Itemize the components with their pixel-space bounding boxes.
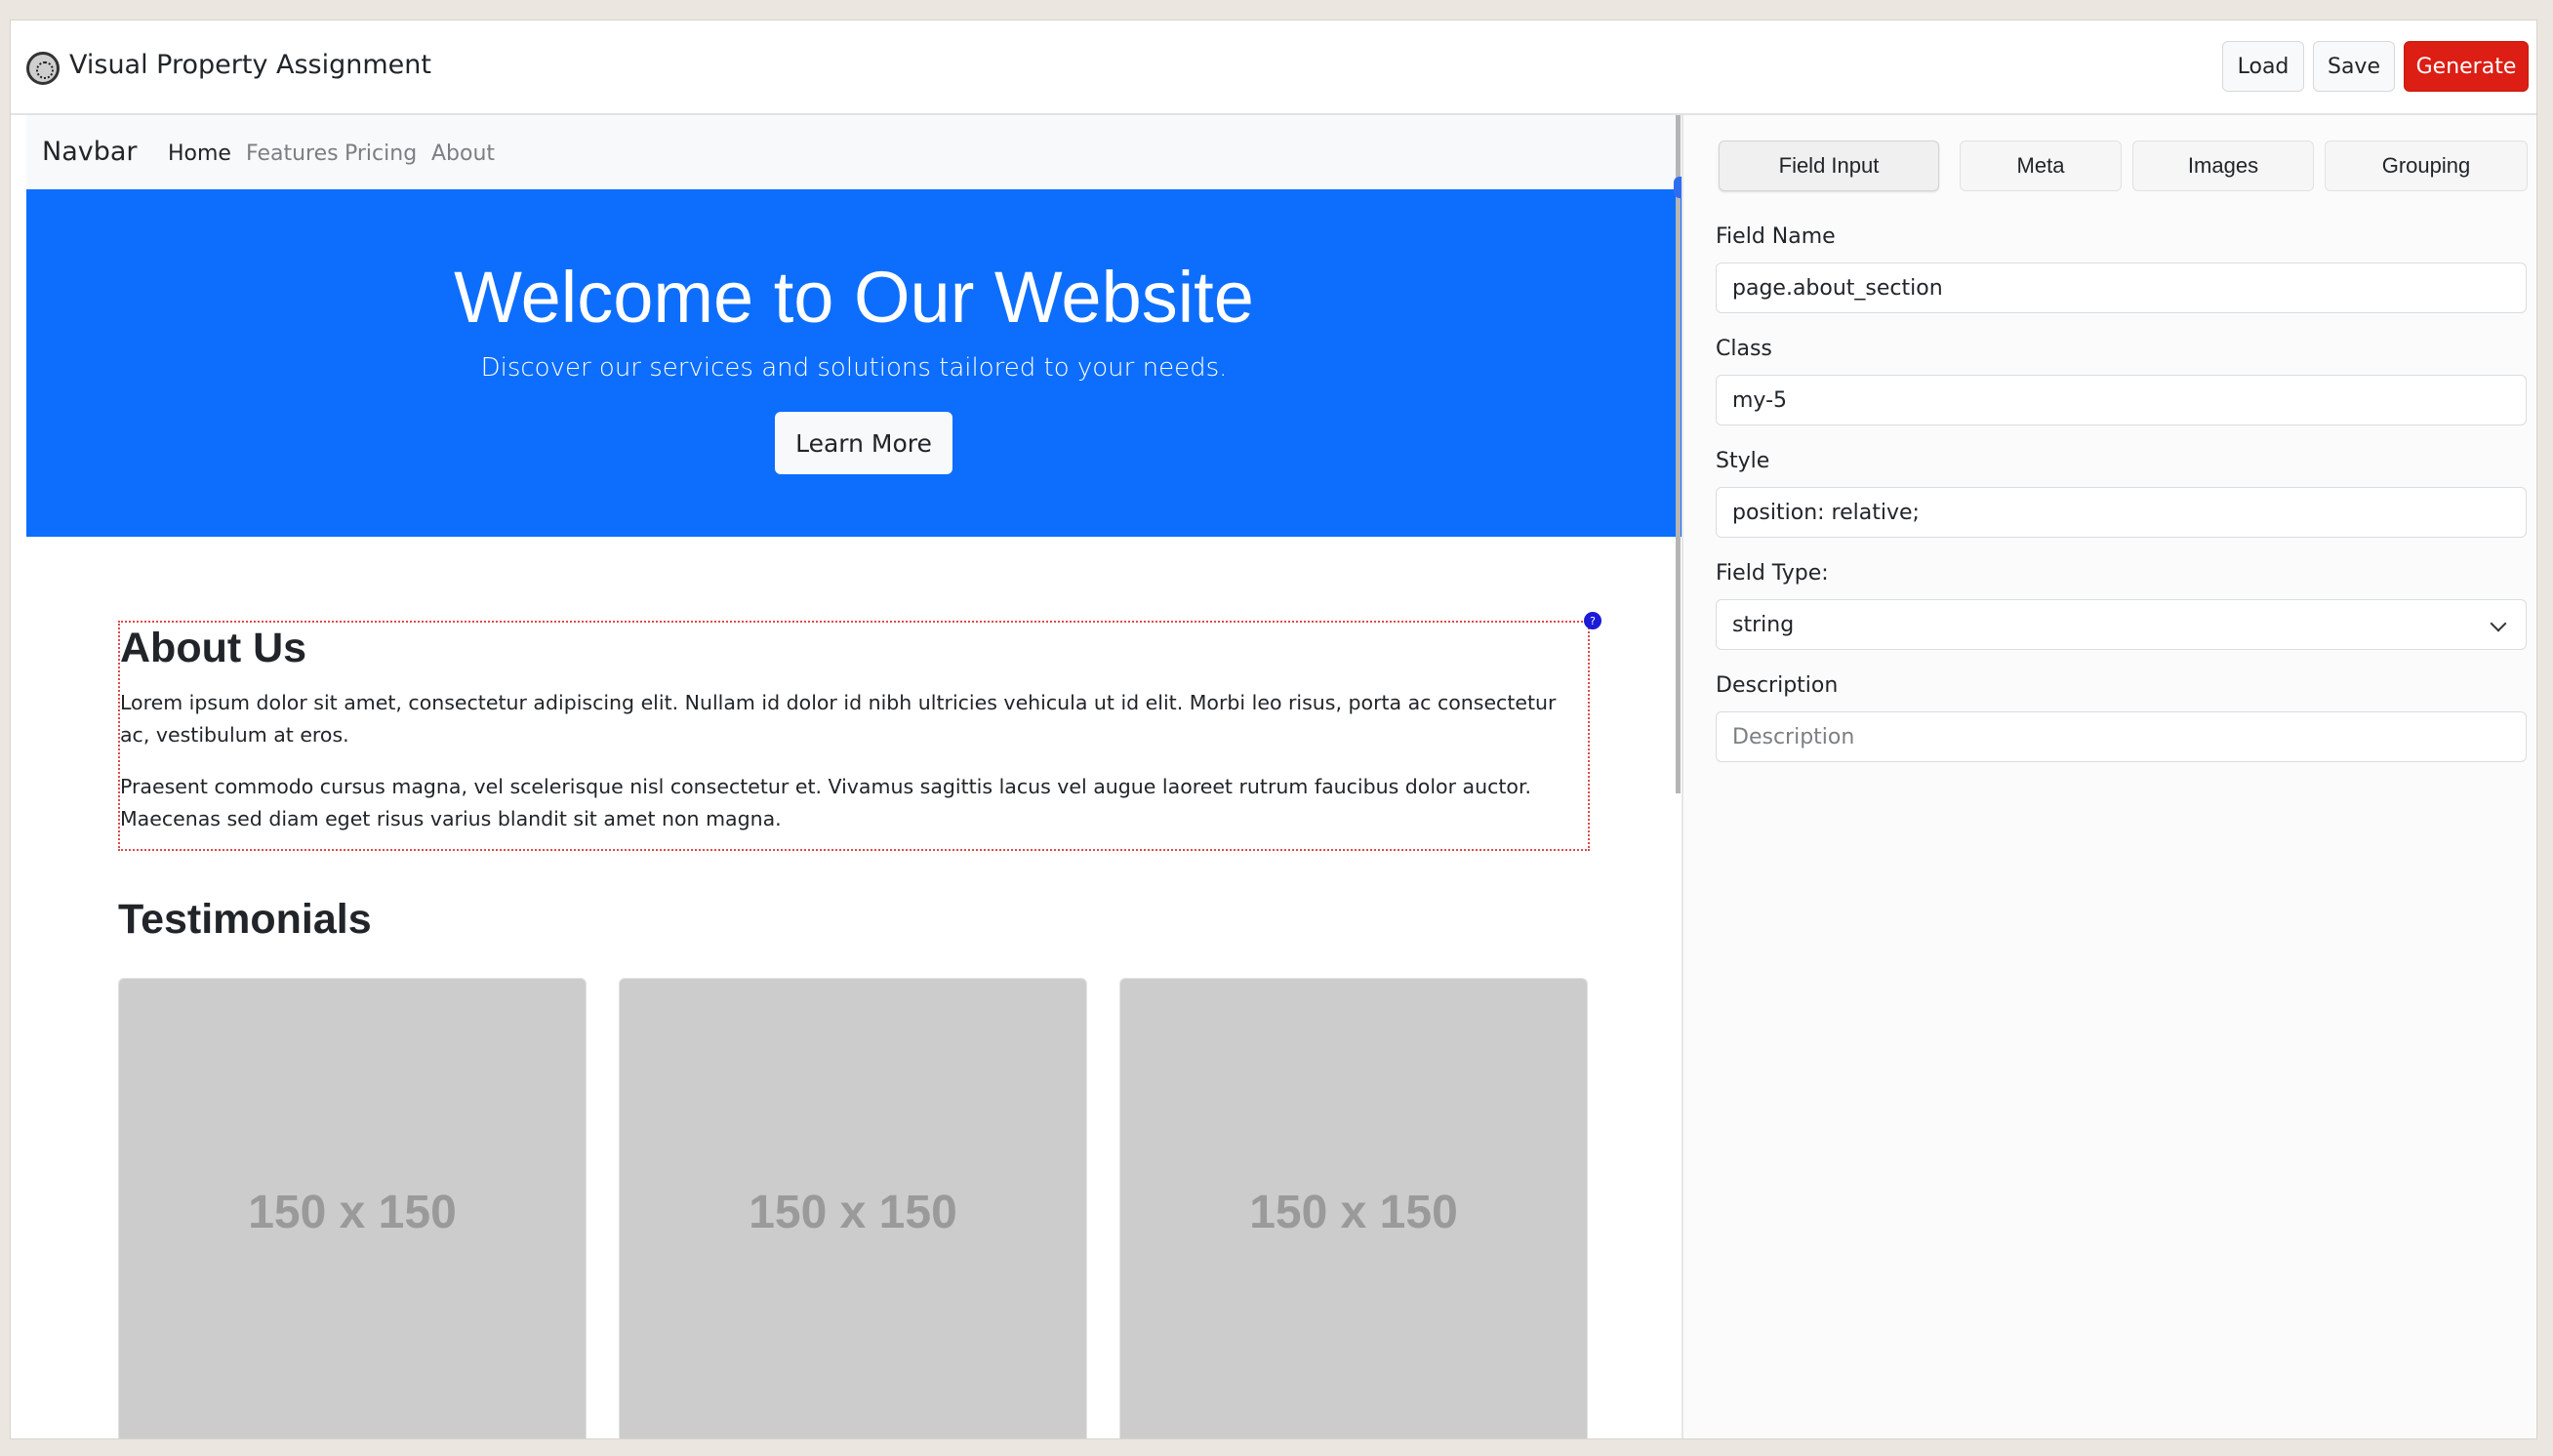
testimonial-card[interactable]: 150 x 150 — [118, 978, 587, 1438]
tab-grouping[interactable]: Grouping — [2325, 141, 2528, 191]
about-paragraph-1: Lorem ipsum dolor sit amet, consectetur … — [120, 691, 1557, 747]
generate-button[interactable]: Generate — [2404, 41, 2529, 92]
field-name-input[interactable]: page.about_section — [1716, 263, 2527, 313]
nav-link-features[interactable]: Features — [246, 142, 339, 166]
field-type-select[interactable]: string — [1716, 599, 2527, 650]
nav-link-pricing[interactable]: Pricing — [344, 142, 417, 166]
class-label: Class — [1716, 337, 1772, 361]
testimonials-title: Testimonials — [118, 896, 372, 943]
preview-navbar[interactable]: Navbar Home Features Pricing About — [26, 115, 1682, 189]
property-panel: Field Input Meta Images Grouping Field N… — [1682, 115, 2536, 1438]
navbar-brand[interactable]: Navbar — [42, 137, 138, 167]
placeholder-image: 150 x 150 — [620, 979, 1086, 1438]
preview-scrollbar[interactable] — [1676, 115, 1681, 793]
field-type-label: Field Type: — [1716, 561, 1829, 586]
tab-images[interactable]: Images — [2132, 141, 2314, 191]
description-input[interactable]: Description — [1716, 711, 2527, 762]
app-title: Visual Property Assignment — [69, 50, 431, 80]
description-label: Description — [1716, 673, 1839, 698]
nav-link-home[interactable]: Home — [168, 142, 231, 166]
chevron-down-icon — [2490, 615, 2507, 632]
about-paragraph-2: Praesent commodo cursus magna, vel scele… — [120, 775, 1532, 830]
class-input[interactable]: my-5 — [1716, 375, 2527, 425]
load-button[interactable]: Load — [2222, 41, 2304, 92]
app-logo-icon — [26, 52, 60, 85]
about-section-selected[interactable]: About Us Lorem ipsum dolor sit amet, con… — [118, 621, 1590, 851]
hero-section[interactable]: Welcome to Our Website Discover our serv… — [26, 189, 1682, 537]
hero-title: Welcome to Our Website — [454, 257, 1254, 338]
learn-more-button[interactable]: Learn More — [775, 412, 952, 474]
hero-subtitle: Discover our services and solutions tail… — [480, 353, 1228, 383]
field-type-value: string — [1732, 612, 1795, 637]
placeholder-image: 150 x 150 — [119, 979, 586, 1438]
app-header: Visual Property Assignment Load Save Gen… — [11, 20, 2536, 115]
page-preview[interactable]: Navbar Home Features Pricing About Welco… — [11, 115, 1682, 1438]
tab-field-input[interactable]: Field Input — [1719, 141, 1939, 191]
field-name-label: Field Name — [1716, 224, 1836, 249]
selection-handle-icon[interactable]: ? — [1584, 612, 1601, 629]
app-window: Visual Property Assignment Load Save Gen… — [10, 20, 2537, 1439]
nav-link-about[interactable]: About — [431, 142, 495, 166]
placeholder-image: 150 x 150 — [1120, 979, 1587, 1438]
about-title: About Us — [120, 625, 307, 671]
save-button[interactable]: Save — [2313, 41, 2395, 92]
style-label: Style — [1716, 449, 1770, 473]
style-input[interactable]: position: relative; — [1716, 487, 2527, 538]
testimonial-card[interactable]: 150 x 150 — [1119, 978, 1588, 1438]
tab-meta[interactable]: Meta — [1960, 141, 2122, 191]
testimonial-card[interactable]: 150 x 150 — [619, 978, 1087, 1438]
